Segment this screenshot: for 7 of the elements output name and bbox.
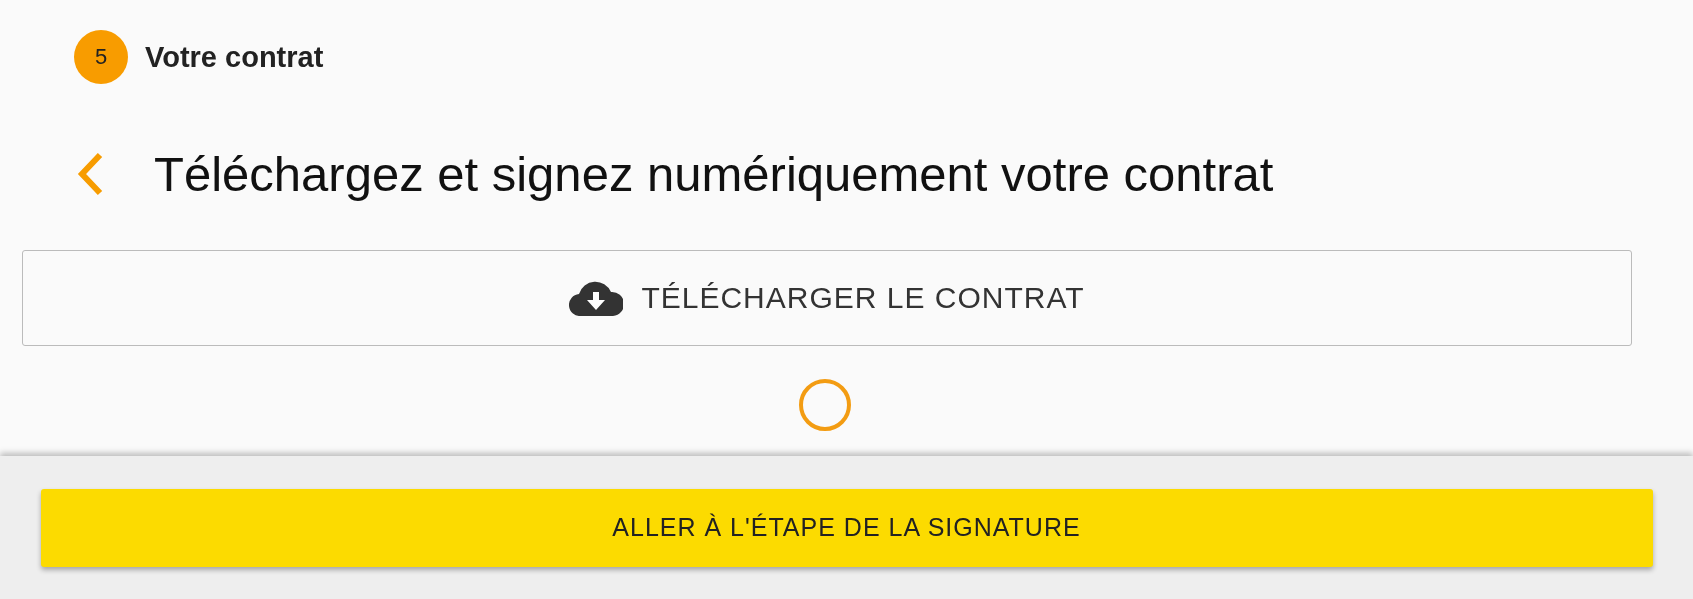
signature-step-button[interactable]: ALLER À L'ÉTAPE DE LA SIGNATURE	[40, 488, 1653, 567]
download-button[interactable]: TÉLÉCHARGER LE CONTRAT	[22, 250, 1632, 346]
cloud-download-icon	[569, 280, 624, 316]
page-heading: Téléchargez et signez numériquement votre contrat	[154, 146, 1274, 202]
ring-icon	[798, 378, 852, 432]
step-title: Votre contrat	[145, 40, 324, 74]
step-number: 5	[74, 30, 128, 84]
